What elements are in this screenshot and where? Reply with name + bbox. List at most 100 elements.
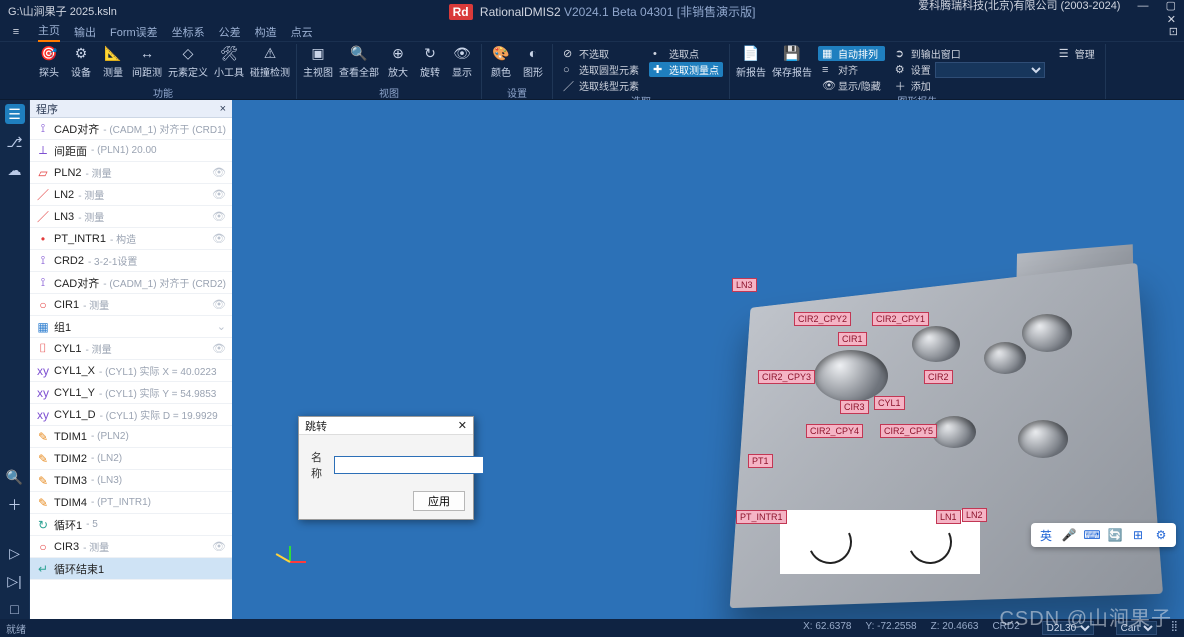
side-tree-icon[interactable]: ⎇ bbox=[5, 132, 25, 152]
program-item-TDIM2[interactable]: ✎TDIM2 - (LN2) bbox=[30, 448, 232, 470]
apply-button[interactable]: 应用 bbox=[413, 491, 465, 511]
program-item-CYL1_X[interactable]: xyCYL1_X - (CYL1) 实际 X = 40.0223 bbox=[30, 360, 232, 382]
program-item-组1[interactable]: ▦组1 ⌄ bbox=[30, 316, 232, 338]
tab-construct[interactable]: 构造 bbox=[255, 24, 277, 40]
program-item-PLN2[interactable]: ▱PLN2 - 测量👁 bbox=[30, 162, 232, 184]
eye-icon[interactable]: 👁 bbox=[212, 188, 226, 201]
eye-icon[interactable]: 👁 bbox=[212, 166, 226, 179]
ribbon-btn-测量[interactable]: 📐测量 bbox=[100, 44, 126, 79]
show-hide[interactable]: 👁显示/隐藏 bbox=[818, 78, 885, 93]
program-item-CRD2[interactable]: ⟟CRD2 - 3-2-1设置 bbox=[30, 250, 232, 272]
tab-crd[interactable]: 坐标系 bbox=[172, 24, 205, 40]
ime-btn-2[interactable]: ⌨ bbox=[1083, 526, 1101, 544]
program-item-LN2[interactable]: ／LN2 - 测量👁 bbox=[30, 184, 232, 206]
settings-icon[interactable]: ⊡ bbox=[1169, 25, 1178, 38]
close-button[interactable]: ✕ bbox=[1167, 14, 1176, 26]
eye-icon[interactable]: 👁 bbox=[212, 210, 226, 223]
cad-label-CIR1[interactable]: CIR1 bbox=[838, 332, 867, 346]
ribbon-btn-图形[interactable]: ◐图形 bbox=[520, 44, 546, 79]
to-output[interactable]: ➲到输出窗口 bbox=[891, 46, 1049, 61]
align-button[interactable]: ≡对齐 bbox=[818, 62, 885, 77]
side-add-icon[interactable]: ＋ bbox=[5, 495, 25, 515]
ribbon-btn-碰撞检测[interactable]: ⚠碰撞检测 bbox=[250, 44, 290, 79]
cad-label-CIR2_CPY1[interactable]: CIR2_CPY1 bbox=[872, 312, 929, 326]
program-item-CYL1[interactable]: ⌷CYL1 - 测量👁 bbox=[30, 338, 232, 360]
auto-arrange[interactable]: ▦自动排列 bbox=[818, 46, 885, 61]
side-search-icon[interactable]: 🔍 bbox=[5, 467, 25, 487]
sel-none[interactable]: ⊘不选取 bbox=[559, 46, 643, 61]
program-item-CIR1[interactable]: ○CIR1 - 测量👁 bbox=[30, 294, 232, 316]
rpt-select[interactable] bbox=[935, 62, 1045, 78]
cad-label-CIR3[interactable]: CIR3 bbox=[840, 400, 869, 414]
sel-line[interactable]: ／选取线型元素 bbox=[559, 78, 643, 93]
cad-label-CIR2_CPY2[interactable]: CIR2_CPY2 bbox=[794, 312, 851, 326]
tab-home[interactable]: 主页 bbox=[38, 22, 60, 42]
eye-icon[interactable]: 👁 bbox=[212, 298, 226, 311]
side-list-icon[interactable]: ☰ bbox=[5, 104, 25, 124]
rpt-settings[interactable]: ⚙设置 bbox=[891, 62, 1049, 77]
tab-output[interactable]: 输出 bbox=[74, 24, 96, 40]
side-cloud-icon[interactable]: ☁ bbox=[5, 160, 25, 180]
cad-label-LN1[interactable]: LN1 bbox=[936, 510, 961, 524]
cad-label-LN3[interactable]: LN3 bbox=[732, 278, 757, 292]
program-item-CYL1_Y[interactable]: xyCYL1_Y - (CYL1) 实际 Y = 54.9853 bbox=[30, 382, 232, 404]
ribbon-btn-旋转[interactable]: ↻旋转 bbox=[417, 44, 443, 79]
program-item-CAD对齐[interactable]: ⟟CAD对齐 - (CADM_1) 对齐于 (CRD1) bbox=[30, 118, 232, 140]
rpt-add[interactable]: ＋添加 bbox=[891, 78, 1049, 93]
tab-tol[interactable]: 公差 bbox=[219, 24, 241, 40]
sel-point[interactable]: •选取点 bbox=[649, 46, 723, 61]
rpt-manage[interactable]: ☰管理 bbox=[1055, 46, 1099, 61]
side-play-icon[interactable]: ▷ bbox=[5, 543, 25, 563]
cad-label-CIR2_CPY5[interactable]: CIR2_CPY5 bbox=[880, 424, 937, 438]
ime-btn-0[interactable]: 英 bbox=[1037, 526, 1055, 544]
ime-btn-1[interactable]: 🎤 bbox=[1060, 526, 1078, 544]
tab-form[interactable]: Form误差 bbox=[110, 24, 158, 40]
ime-toolbar[interactable]: 英 🎤 ⌨ 🔄 ⊞ ⚙ bbox=[1031, 523, 1176, 547]
program-item-循环1[interactable]: ↻循环1 - 5 bbox=[30, 514, 232, 536]
program-item-TDIM3[interactable]: ✎TDIM3 - (LN3) bbox=[30, 470, 232, 492]
sel-measure-point[interactable]: ✚选取测量点 bbox=[649, 62, 723, 77]
program-item-间距面[interactable]: ⟂间距面 - (PLN1) 20.00 bbox=[30, 140, 232, 162]
chevron-down-icon[interactable]: ⌄ bbox=[217, 320, 226, 333]
maximize-button[interactable]: ▢ bbox=[1166, 0, 1176, 12]
ime-btn-4[interactable]: ⊞ bbox=[1129, 526, 1147, 544]
panel-close-icon[interactable]: × bbox=[220, 103, 226, 115]
program-item-循环结束1[interactable]: ↵循环结束1 bbox=[30, 558, 232, 580]
d-select[interactable]: D2L30 bbox=[1042, 621, 1094, 635]
ribbon-btn-放大[interactable]: ⊕放大 bbox=[385, 44, 411, 79]
tab-cloud[interactable]: 点云 bbox=[291, 24, 313, 40]
ribbon-btn-查看全部[interactable]: 🔍查看全部 bbox=[339, 44, 379, 79]
program-item-LN3[interactable]: ／LN3 - 测量👁 bbox=[30, 206, 232, 228]
ime-btn-5[interactable]: ⚙ bbox=[1152, 526, 1170, 544]
cad-viewport[interactable]: LN3CIR2_CPY2CIR2_CPY1CIR1CIR2_CPY3CIR2CI… bbox=[232, 100, 1184, 619]
cad-label-CYL1[interactable]: CYL1 bbox=[874, 396, 905, 410]
program-item-CYL1_D[interactable]: xyCYL1_D - (CYL1) 实际 D = 19.9929 bbox=[30, 404, 232, 426]
ribbon-btn-显示[interactable]: 👁显示 bbox=[449, 44, 475, 79]
eye-icon[interactable]: 👁 bbox=[212, 232, 226, 245]
program-item-PT_INTR1[interactable]: •PT_INTR1 - 构造👁 bbox=[30, 228, 232, 250]
hamburger-button[interactable]: ≡ bbox=[8, 26, 24, 38]
cad-label-CIR2[interactable]: CIR2 bbox=[924, 370, 953, 384]
eye-icon[interactable]: 👁 bbox=[212, 540, 226, 553]
ime-btn-3[interactable]: 🔄 bbox=[1106, 526, 1124, 544]
save-report-button[interactable]: 💾保存报告 bbox=[772, 44, 812, 79]
ribbon-btn-探头[interactable]: 🎯探头 bbox=[36, 44, 62, 79]
program-item-CIR3[interactable]: ○CIR3 - 测量👁 bbox=[30, 536, 232, 558]
minimize-button[interactable]: — bbox=[1138, 0, 1149, 12]
ribbon-btn-元素定义[interactable]: ◇元素定义 bbox=[168, 44, 208, 79]
new-report-button[interactable]: 📄新报告 bbox=[736, 44, 766, 79]
name-input[interactable] bbox=[334, 456, 484, 474]
dialog-close-icon[interactable]: ✕ bbox=[458, 419, 467, 432]
program-item-TDIM1[interactable]: ✎TDIM1 - (PLN2) bbox=[30, 426, 232, 448]
ribbon-btn-颜色[interactable]: 🎨颜色 bbox=[488, 44, 514, 79]
ribbon-btn-设备[interactable]: ⚙设备 bbox=[68, 44, 94, 79]
cad-label-CIR2_CPY4[interactable]: CIR2_CPY4 bbox=[806, 424, 863, 438]
sel-circle[interactable]: ○选取圆型元素 bbox=[559, 62, 643, 77]
ribbon-btn-小工具[interactable]: 🛠小工具 bbox=[214, 44, 244, 79]
cad-label-PT_INTR1[interactable]: PT_INTR1 bbox=[736, 510, 787, 524]
cart-select[interactable]: Cart bbox=[1116, 621, 1157, 635]
program-item-CAD对齐[interactable]: ⟟CAD对齐 - (CADM_1) 对齐于 (CRD2) bbox=[30, 272, 232, 294]
cad-label-PT1[interactable]: PT1 bbox=[748, 454, 773, 468]
eye-icon[interactable]: 👁 bbox=[212, 342, 226, 355]
ribbon-btn-间距测[interactable]: ↔间距测 bbox=[132, 44, 162, 79]
